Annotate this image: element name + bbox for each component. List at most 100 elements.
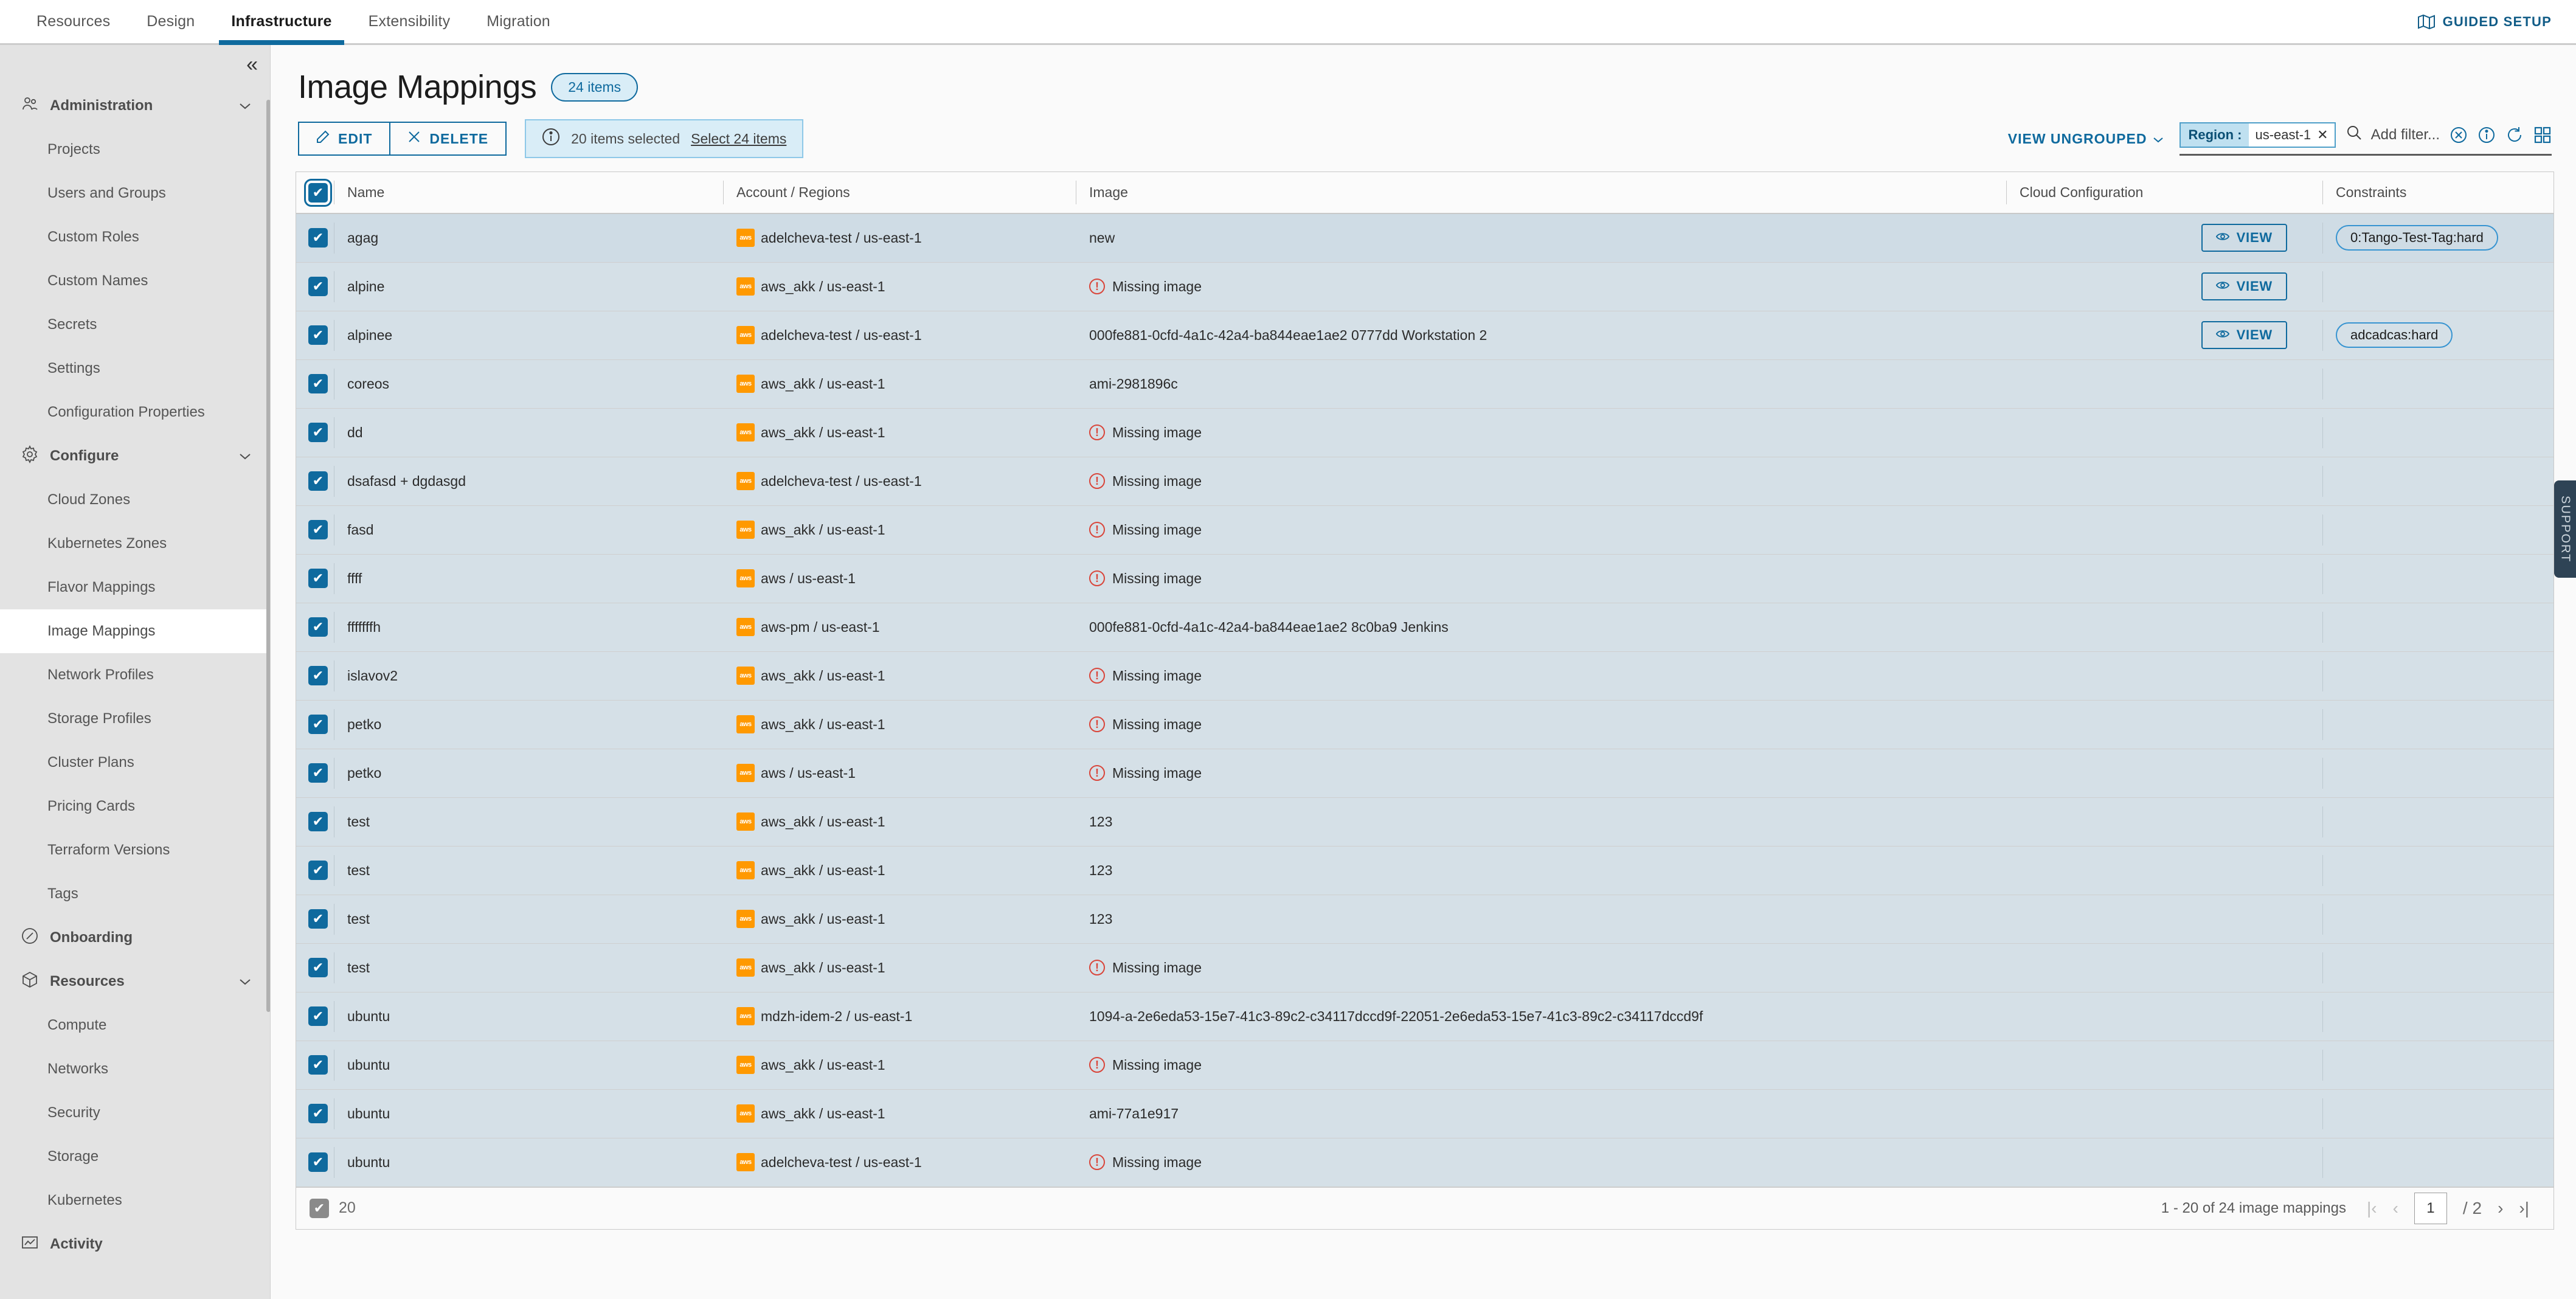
sidebar-item-cloud-zones[interactable]: Cloud Zones [0,478,270,522]
sidebar-item-security[interactable]: Security [0,1091,270,1135]
first-page-icon[interactable]: |‹ [2367,1199,2377,1218]
table-row[interactable]: ubuntu aws adelcheva-test / us-east-1! Miss… [296,1138,2553,1187]
top-nav-tab-resources[interactable]: Resources [18,0,128,43]
row-checkbox[interactable] [308,1152,328,1172]
top-nav-tab-migration[interactable]: Migration [468,0,569,43]
row-checkbox[interactable] [308,1104,328,1123]
delete-button[interactable]: DELETE [390,122,507,156]
filter-chip-remove-icon[interactable]: ✕ [2317,127,2328,143]
row-checkbox[interactable] [308,715,328,734]
sidebar-item-tags[interactable]: Tags [0,872,270,916]
sidebar-group-administration[interactable]: Administration [0,84,270,128]
column-header-cloud-configuration[interactable]: Cloud Configuration [2006,172,2322,214]
sidebar-item-image-mappings[interactable]: Image Mappings [0,609,270,653]
sidebar-item-kubernetes-zones[interactable]: Kubernetes Zones [0,522,270,566]
table-row[interactable]: ffffaws aws / us-east-1! Missing image [296,554,2553,603]
select-all-link[interactable]: Select 24 items [691,131,786,147]
table-row[interactable]: petko aws aws_akk / us-east-1! Missing imag… [296,700,2553,749]
row-checkbox[interactable] [308,1006,328,1026]
row-checkbox[interactable] [308,569,328,588]
column-header-account-regions[interactable]: Account / Regions [723,172,1076,214]
row-checkbox[interactable] [308,958,328,977]
sidebar-item-compute[interactable]: Compute [0,1003,270,1047]
view-cloud-config-button[interactable]: VIEW [2201,321,2287,349]
table-row[interactable]: petko aws aws / us-east-1! Missing image [296,749,2553,798]
row-checkbox[interactable] [308,763,328,783]
refresh-icon[interactable] [2505,126,2524,144]
row-checkbox[interactable] [308,520,328,539]
page-number-input[interactable]: 1 [2414,1192,2447,1224]
sidebar-item-custom-names[interactable]: Custom Names [0,259,270,303]
view-cloud-config-button[interactable]: VIEW [2201,272,2287,300]
prev-page-icon[interactable]: ‹ [2393,1199,2398,1218]
table-row[interactable]: ddaws aws_akk / us-east-1! Missing image [296,408,2553,457]
row-checkbox[interactable] [308,1055,328,1075]
table-row[interactable]: alpinee aws adelcheva-test / us-east-1 000f… [296,311,2553,360]
filter-info-icon[interactable] [2477,126,2496,144]
table-row[interactable]: testaws aws_akk / us-east-1 123 [296,846,2553,895]
row-checkbox[interactable] [308,812,328,831]
row-checkbox[interactable] [308,325,328,345]
row-checkbox[interactable] [308,374,328,393]
row-checkbox[interactable] [308,909,328,929]
view-ungrouped-dropdown[interactable]: VIEW UNGROUPED [2008,131,2164,147]
sidebar-item-projects[interactable]: Projects [0,128,270,171]
collapse-sidebar-icon[interactable]: « [246,54,258,75]
add-filter-input-group[interactable]: Add filter... [2346,124,2440,145]
sidebar-item-custom-roles[interactable]: Custom Roles [0,215,270,259]
sidebar-item-terraform-versions[interactable]: Terraform Versions [0,828,270,872]
grid-view-icon[interactable] [2533,126,2552,144]
sidebar-group-onboarding[interactable]: Onboarding [0,916,270,960]
footer-selected-checkbox[interactable] [310,1198,329,1218]
sidebar-group-configure[interactable]: Configure [0,434,270,478]
row-checkbox[interactable] [308,861,328,880]
sidebar-item-secrets[interactable]: Secrets [0,303,270,347]
row-checkbox[interactable] [308,471,328,491]
select-all-checkbox[interactable] [304,178,332,207]
next-page-icon[interactable]: › [2498,1199,2503,1218]
column-header-constraints[interactable]: Constraints [2322,172,2553,214]
sidebar-scrollbar[interactable] [266,100,270,1012]
top-nav-tab-design[interactable]: Design [128,0,213,43]
table-row[interactable]: ubuntu aws mdzh-idem-2 / us-east-1 1094-a-2… [296,992,2553,1041]
clear-filters-icon[interactable] [2450,126,2468,144]
view-cloud-config-button[interactable]: VIEW [2201,224,2287,252]
support-tab[interactable]: SUPPORT [2554,480,2576,578]
table-row[interactable]: ubuntu aws aws_akk / us-east-1 ami-77a1e917 [296,1089,2553,1138]
table-row[interactable]: coreos aws aws_akk / us-east-1 ami-2981896c [296,359,2553,409]
table-row[interactable]: fffffffh aws aws-pm / us-east-1 000fe881-0c… [296,603,2553,652]
sidebar-item-users-and-groups[interactable]: Users and Groups [0,171,270,215]
sidebar-item-flavor-mappings[interactable]: Flavor Mappings [0,566,270,609]
row-checkbox[interactable] [308,228,328,248]
sidebar-item-storage-profiles[interactable]: Storage Profiles [0,697,270,741]
sidebar-item-kubernetes[interactable]: Kubernetes [0,1179,270,1222]
table-row[interactable]: dsafasd + dgdasgd aws adelcheva-test / us-… [296,457,2553,506]
sidebar-group-activity[interactable]: Activity [0,1222,270,1266]
row-checkbox[interactable] [308,617,328,637]
row-checkbox[interactable] [308,423,328,442]
top-nav-tab-infrastructure[interactable]: Infrastructure [213,0,350,45]
sidebar-item-storage[interactable]: Storage [0,1135,270,1179]
top-nav-tab-extensibility[interactable]: Extensibility [350,0,469,43]
sidebar-item-network-profiles[interactable]: Network Profiles [0,653,270,697]
table-row[interactable]: testaws aws_akk / us-east-1! Missing image [296,943,2553,992]
table-row[interactable]: agagaws adelcheva-test / us-east-1 new VIE… [296,213,2553,263]
sidebar-group-resources[interactable]: Resources [0,960,270,1003]
sidebar-item-networks[interactable]: Networks [0,1047,270,1091]
sidebar-item-configuration-properties[interactable]: Configuration Properties [0,390,270,434]
sidebar-item-settings[interactable]: Settings [0,347,270,390]
sidebar-item-cluster-plans[interactable]: Cluster Plans [0,741,270,785]
edit-button[interactable]: EDIT [298,122,391,156]
last-page-icon[interactable]: ›| [2519,1199,2529,1218]
table-row[interactable]: alpine aws aws_akk / us-east-1! Missing ima… [296,262,2553,311]
table-row[interactable]: testaws aws_akk / us-east-1 123 [296,797,2553,847]
column-header-name[interactable]: Name [334,172,723,214]
filter-chip-region[interactable]: Region : us-east-1 ✕ [2180,122,2336,148]
column-header-image[interactable]: Image [1076,172,2006,214]
sidebar-item-pricing-cards[interactable]: Pricing Cards [0,785,270,828]
table-row[interactable]: testaws aws_akk / us-east-1 123 [296,895,2553,944]
guided-setup-button[interactable]: GUIDED SETUP [2417,0,2576,43]
table-row[interactable]: ubuntu aws aws_akk / us-east-1! Missing ima… [296,1041,2553,1090]
row-checkbox[interactable] [308,666,328,685]
row-checkbox[interactable] [308,277,328,296]
